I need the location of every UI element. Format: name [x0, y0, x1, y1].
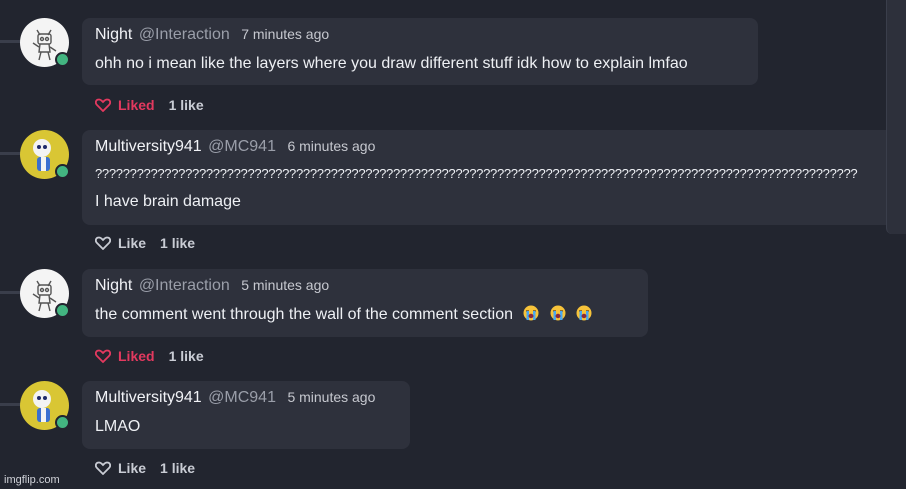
comment-text-body: the comment went through the wall of the…	[95, 306, 513, 323]
timestamp: 6 minutes ago	[287, 138, 376, 154]
like-button[interactable]: Like	[95, 235, 146, 251]
like-count: 1 like	[160, 460, 196, 476]
like-count: 1 like	[168, 97, 204, 113]
like-label: Liked	[118, 348, 155, 364]
thread-line	[0, 40, 22, 43]
comment-text-line-2: I have brain damage	[95, 193, 241, 210]
heart-icon	[95, 236, 111, 250]
online-status-icon	[55, 52, 70, 67]
like-button[interactable]: Liked	[95, 348, 155, 364]
like-count: 1 like	[160, 235, 196, 251]
author-handle[interactable]: @MC941	[208, 389, 276, 406]
comment-bubble: Multiversity941 @MC941 5 minutes ago LMA…	[82, 381, 410, 449]
comment-bubble: Multiversity941 @MC941 6 minutes ago ???…	[82, 130, 886, 225]
author-handle[interactable]: @MC941	[208, 138, 276, 155]
comment-text: LMAO	[95, 418, 141, 435]
author-name[interactable]: Multiversity941	[95, 389, 202, 406]
like-button[interactable]: Liked	[95, 97, 155, 113]
author-name[interactable]: Multiversity941	[95, 138, 202, 155]
like-label: Like	[118, 460, 147, 476]
like-button[interactable]: Like	[95, 460, 146, 476]
comment-text-line-1: ????????????????????????????????????????…	[95, 166, 858, 181]
comment-text: the comment went through the wall of the…	[95, 305, 592, 324]
avatar[interactable]	[20, 269, 70, 318]
side-panel-edge	[886, 0, 906, 234]
loudly-crying-face-icon	[550, 305, 566, 321]
watermark: imgflip.com	[4, 474, 60, 486]
avatar[interactable]	[20, 18, 70, 67]
thread-line	[0, 403, 22, 406]
heart-icon	[95, 349, 111, 363]
comment-actions: Like 1 like	[95, 235, 195, 251]
author-name[interactable]: Night	[95, 277, 132, 294]
like-count: 1 like	[168, 348, 204, 364]
comment-bubble: Night @Interaction 5 minutes ago the com…	[82, 269, 648, 337]
avatar[interactable]	[20, 130, 70, 179]
online-status-icon	[55, 164, 70, 179]
thread-line	[0, 152, 22, 155]
author-handle[interactable]: @Interaction	[139, 277, 230, 294]
avatar[interactable]	[20, 381, 70, 430]
timestamp: 7 minutes ago	[241, 26, 330, 42]
author-name[interactable]: Night	[95, 26, 132, 43]
author-handle[interactable]: @Interaction	[139, 26, 230, 43]
comment-bubble: Night @Interaction 7 minutes ago ohh no …	[82, 18, 758, 85]
loudly-crying-face-icon	[523, 305, 539, 321]
comment-text: ohh no i mean like the layers where you …	[95, 55, 688, 72]
timestamp: 5 minutes ago	[241, 277, 330, 293]
comment-actions: Liked 1 like	[95, 97, 204, 113]
heart-icon	[95, 98, 111, 112]
comment-actions: Like 1 like	[95, 460, 195, 476]
like-label: Liked	[118, 97, 155, 113]
timestamp: 5 minutes ago	[287, 389, 376, 405]
online-status-icon	[55, 415, 70, 430]
heart-icon	[95, 461, 111, 475]
loudly-crying-face-icon	[576, 305, 592, 321]
like-label: Like	[118, 235, 147, 251]
online-status-icon	[55, 303, 70, 318]
thread-line	[0, 291, 22, 294]
comment-actions: Liked 1 like	[95, 348, 204, 364]
